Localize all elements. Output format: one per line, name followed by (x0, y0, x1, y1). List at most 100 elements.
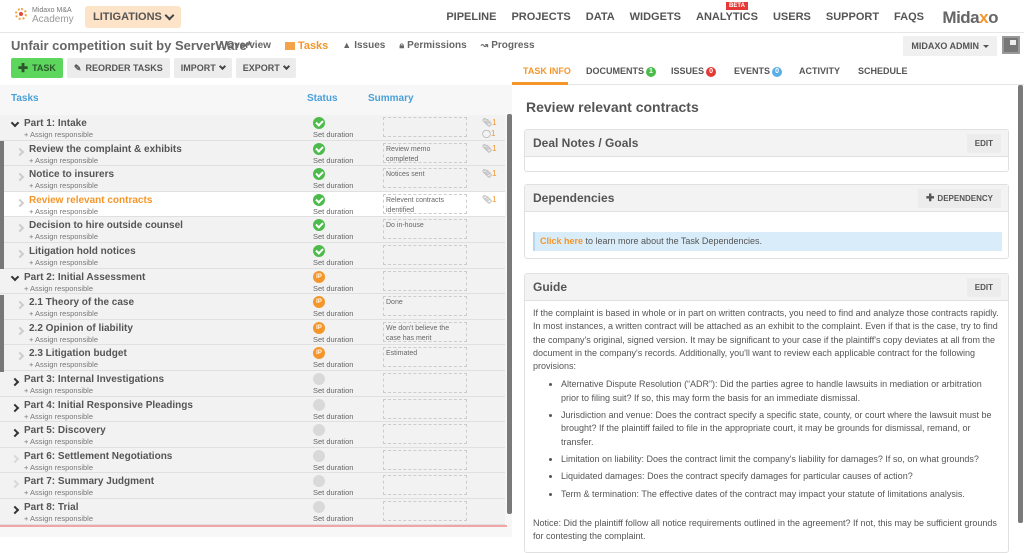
chevron-right-icon[interactable] (10, 428, 20, 438)
summary-field[interactable] (383, 398, 467, 419)
chevron-right-icon[interactable] (15, 198, 25, 208)
summary-field[interactable]: Estimated (383, 347, 467, 368)
chevron-right-icon[interactable] (15, 224, 25, 233)
user-menu[interactable]: MIDAXO ADMIN (903, 36, 997, 56)
nav-pipeline[interactable]: PIPELINE (446, 11, 496, 23)
reorder-tasks-button[interactable]: ✎ REORDER TASKS (66, 58, 170, 78)
task-name[interactable]: Decision to hire outside counsel (29, 220, 183, 231)
set-duration-link[interactable]: Set duration (313, 412, 353, 421)
status-column-header[interactable]: Status (307, 93, 338, 104)
assign-responsible-link[interactable]: + Assign responsible (24, 412, 93, 421)
nav-widgets[interactable]: WIDGETS (630, 11, 681, 23)
academy-logo[interactable]: Midaxo M&A Academy (14, 6, 74, 25)
chevron-down-icon[interactable] (10, 272, 20, 281)
task-name[interactable]: Part 3: Internal Investigations (24, 374, 164, 385)
task-row[interactable]: Review relevant contracts + Assign respon… (0, 191, 505, 218)
status-in-progress-icon[interactable]: IP (313, 347, 325, 360)
subnav-permissions[interactable]: 🔒︎ Permissions (399, 40, 466, 52)
status-not-started-icon[interactable] (313, 424, 325, 437)
status-not-started-icon[interactable] (313, 475, 325, 488)
nav-faqs[interactable]: FAQS (894, 11, 924, 23)
assign-responsible-link[interactable]: + Assign responsible (29, 309, 98, 318)
task-name[interactable]: 2.3 Litigation budget (29, 348, 127, 359)
set-duration-link[interactable]: Set duration (313, 207, 353, 216)
expand-icon[interactable] (1002, 36, 1020, 54)
task-name[interactable]: Part 8: Trial (24, 502, 78, 513)
nav-analytics[interactable]: ANALYTICS BETA (696, 1, 758, 23)
assign-responsible-link[interactable]: + Assign responsible (24, 130, 93, 139)
status-complete-icon[interactable] (313, 219, 325, 232)
set-duration-link[interactable]: Set duration (313, 386, 353, 395)
detail-panel-scrollbar[interactable] (1018, 85, 1023, 523)
summary-field[interactable] (383, 500, 467, 521)
task-name[interactable]: Part 1: Intake (24, 118, 87, 129)
assign-responsible-link[interactable]: + Assign responsible (29, 181, 98, 190)
chevron-right-icon[interactable] (15, 326, 25, 335)
assign-responsible-link[interactable]: + Assign responsible (24, 386, 93, 395)
tab-activity[interactable]: ACTIVITY (799, 66, 840, 76)
tab-issues[interactable]: ISSUES 0 (671, 66, 717, 77)
nav-support[interactable]: SUPPORT (826, 11, 879, 23)
task-row[interactable]: 2.2 Opinion of liability + Assign respons… (0, 319, 505, 346)
import-dropdown[interactable]: IMPORT (173, 58, 232, 78)
comments-count[interactable]: ◯1 (482, 128, 497, 139)
status-complete-icon[interactable] (313, 193, 325, 206)
subnav-tasks[interactable]: Tasks (284, 40, 328, 52)
assign-responsible-link[interactable]: + Assign responsible (24, 514, 93, 523)
chevron-right-icon[interactable] (15, 147, 25, 156)
status-complete-icon[interactable] (313, 142, 325, 155)
add-task-button[interactable]: ✚ TASK (11, 58, 63, 78)
set-duration-link[interactable]: Set duration (313, 309, 353, 318)
summary-field[interactable] (383, 449, 467, 470)
chevron-right-icon[interactable] (10, 403, 20, 412)
attachments-count[interactable]: 📎︎1 (482, 143, 497, 154)
task-row[interactable]: Review the complaint & exhibits + Assign … (0, 140, 505, 167)
status-complete-icon[interactable] (313, 117, 325, 129)
attachments-count[interactable]: 📎︎1 (482, 117, 497, 128)
export-dropdown[interactable]: EXPORT (235, 58, 296, 78)
task-group-row[interactable]: Part 6: Settlement Negotiations + Assign … (0, 447, 505, 474)
summary-field[interactable]: We don't believe the case has merit (383, 321, 467, 342)
deal-notes-edit-button[interactable]: EDIT (966, 134, 1001, 153)
task-group-row[interactable]: Part 1: Intake + Assign responsible Set du… (0, 115, 505, 141)
task-name[interactable]: Litigation hold notices (29, 246, 136, 257)
task-row[interactable]: 2.1 Theory of the case + Assign responsib… (0, 294, 505, 320)
summary-field[interactable] (383, 244, 467, 265)
task-name[interactable]: 2.2 Opinion of liability (29, 323, 133, 334)
assign-responsible-link[interactable]: + Assign responsible (29, 232, 98, 241)
status-not-started-icon[interactable] (313, 398, 325, 411)
assign-responsible-link[interactable]: + Assign responsible (29, 207, 98, 216)
nav-projects[interactable]: PROJECTS (511, 11, 570, 23)
summary-field[interactable]: Do in-house (383, 219, 467, 240)
status-in-progress-icon[interactable]: IP (313, 321, 325, 334)
chevron-right-icon[interactable] (10, 377, 20, 387)
subnav-overview[interactable]: ⌂ Overview (218, 40, 271, 52)
set-duration-link[interactable]: Set duration (313, 335, 353, 344)
subnav-progress[interactable]: ↝ Progress (481, 40, 535, 52)
status-not-started-icon[interactable] (313, 500, 325, 513)
summary-field[interactable]: Review memo completed (383, 142, 467, 163)
task-group-row[interactable]: Part 7: Summary Judgment + Assign respons… (0, 473, 505, 499)
status-complete-icon[interactable] (313, 168, 325, 181)
set-duration-link[interactable]: Set duration (313, 130, 353, 139)
set-duration-link[interactable]: Set duration (313, 156, 353, 165)
attachments-count[interactable]: 📎︎1 (482, 168, 497, 179)
chevron-right-icon[interactable] (10, 480, 20, 489)
chevron-right-icon[interactable] (15, 249, 25, 259)
task-row[interactable]: Decision to hire outside counsel + Assign… (0, 217, 505, 243)
assign-responsible-link[interactable]: + Assign responsible (24, 437, 93, 446)
summary-field[interactable] (383, 270, 467, 291)
chevron-right-icon[interactable] (10, 454, 20, 463)
guide-edit-button[interactable]: EDIT (966, 278, 1001, 297)
set-duration-link[interactable]: Set duration (313, 437, 353, 446)
status-in-progress-icon[interactable]: IP (313, 270, 325, 283)
assign-responsible-link[interactable]: + Assign responsible (29, 335, 98, 344)
tab-task-info[interactable]: TASK INFO (523, 66, 571, 76)
task-name[interactable]: Part 2: Initial Assessment (24, 272, 145, 283)
status-not-started-icon[interactable] (313, 372, 325, 385)
task-name[interactable]: Part 4: Initial Responsive Pleadings (24, 400, 193, 411)
chevron-down-icon[interactable] (10, 118, 20, 128)
set-duration-link[interactable]: Set duration (313, 284, 353, 293)
task-name[interactable]: Part 6: Settlement Negotiations (24, 451, 172, 462)
tab-schedule[interactable]: SCHEDULE (858, 66, 908, 76)
